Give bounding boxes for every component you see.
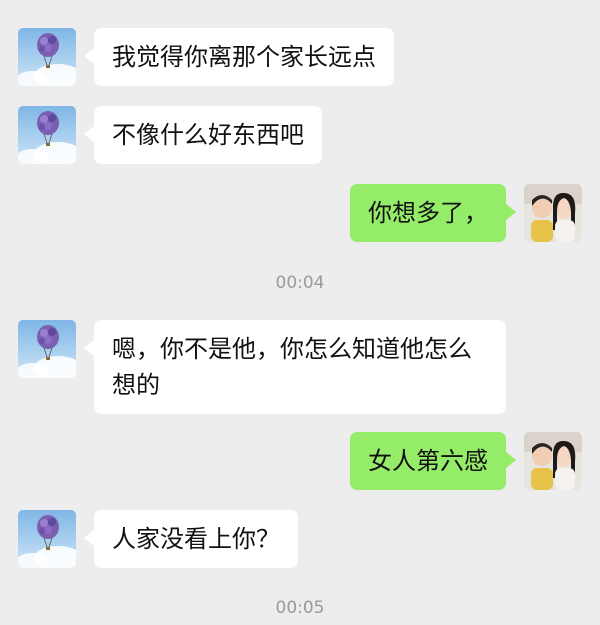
self-avatar[interactable] (524, 184, 582, 242)
contact-avatar[interactable] (18, 28, 76, 86)
contact-avatar[interactable] (18, 320, 76, 378)
self-avatar[interactable] (524, 432, 582, 490)
hot-air-balloon-avatar-icon (18, 510, 76, 568)
couple-photo-avatar-icon (524, 184, 582, 242)
timestamp: 00:05 (275, 598, 325, 618)
chat-window: 我觉得你离那个家长远点 不像什么好东西吧 你想多了， 00:04 嗯，你不是他，… (0, 0, 600, 625)
hot-air-balloon-avatar-icon (18, 28, 76, 86)
hot-air-balloon-avatar-icon (18, 320, 76, 378)
message-bubble-incoming[interactable]: 我觉得你离那个家长远点 (84, 28, 394, 86)
message-bubble-outgoing[interactable]: 女人第六感 (350, 432, 516, 490)
couple-photo-avatar-icon (524, 432, 582, 490)
timestamp: 00:04 (275, 273, 325, 293)
contact-avatar[interactable] (18, 106, 76, 164)
message-bubble-incoming[interactable]: 嗯，你不是他，你怎么知道他怎么想的 (84, 320, 506, 414)
message-bubble-outgoing[interactable]: 你想多了， (350, 184, 516, 242)
message-bubble-incoming[interactable]: 人家没看上你？ (84, 510, 298, 568)
contact-avatar[interactable] (18, 510, 76, 568)
hot-air-balloon-avatar-icon (18, 106, 76, 164)
message-bubble-incoming[interactable]: 不像什么好东西吧 (84, 106, 322, 164)
